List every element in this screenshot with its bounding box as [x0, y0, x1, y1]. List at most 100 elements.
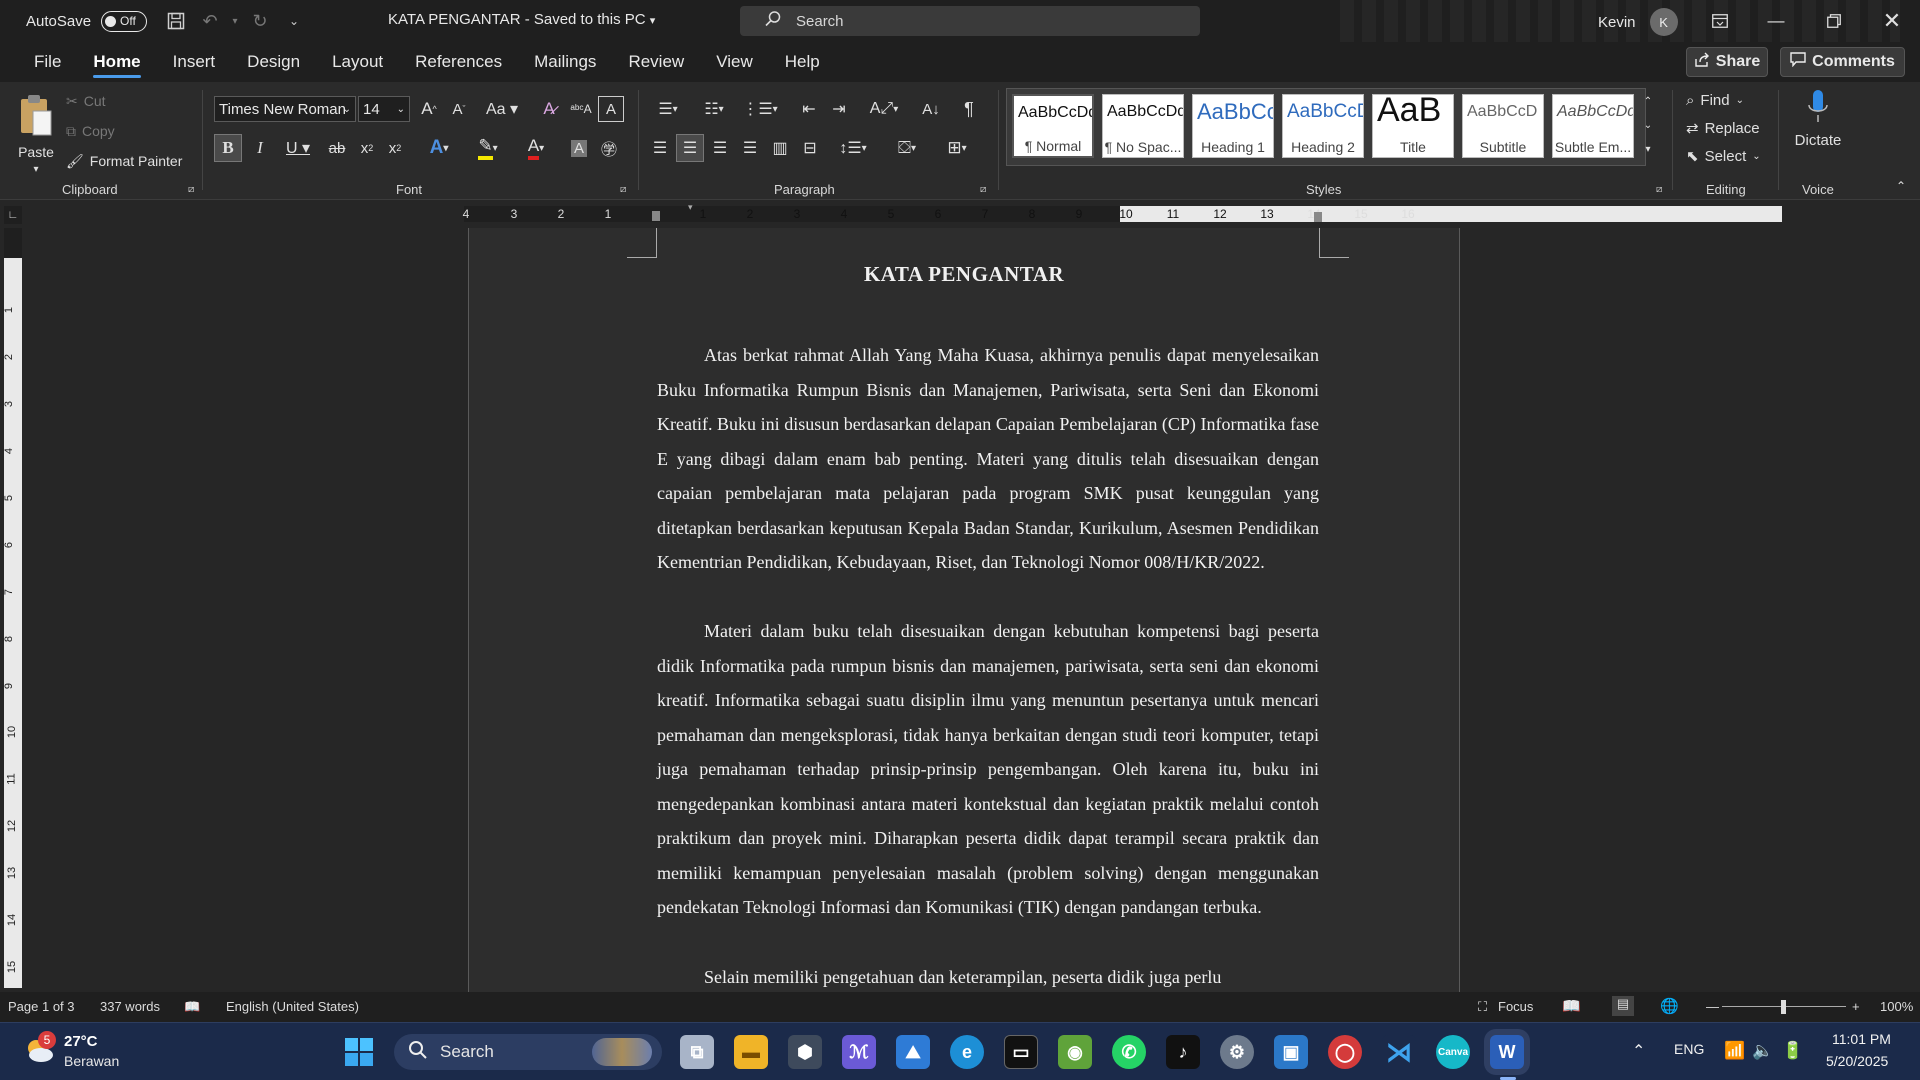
canva-icon[interactable]: Canva — [1436, 1035, 1470, 1069]
settings-icon[interactable]: ⚙ — [1220, 1035, 1254, 1069]
styles-more-icon[interactable]: ▾ — [1640, 138, 1656, 160]
page-counter[interactable]: Page 1 of 3 — [8, 999, 75, 1014]
highlight-color-icon[interactable]: ✎ ▾ — [468, 134, 508, 162]
paste-dropdown-icon[interactable]: ▾ — [26, 162, 46, 176]
strikethrough-button[interactable]: ab — [324, 134, 350, 162]
style-subtle-emphasis[interactable]: AaBbCcDd Subtle Em... — [1552, 94, 1634, 158]
restore-icon[interactable] — [1806, 0, 1862, 42]
font-size-combo[interactable]: 14 ⌄ — [358, 96, 410, 122]
tab-insert[interactable]: Insert — [157, 42, 232, 82]
photos-icon[interactable]: ⛰ — [896, 1035, 930, 1069]
style-normal[interactable]: AaBbCcDd ¶ Normal — [1012, 94, 1094, 158]
language-indicator[interactable]: English (United States) — [226, 999, 359, 1014]
search-box[interactable]: Search — [740, 6, 1200, 36]
word-count[interactable]: 337 words — [100, 999, 160, 1014]
zoom-in-icon[interactable]: + — [1852, 999, 1860, 1014]
document-page[interactable]: KATA PENGANTAR Atas berkat rahmat Allah … — [468, 228, 1460, 992]
print-layout-icon[interactable]: ▤ — [1612, 996, 1634, 1016]
tab-stop-selector-icon[interactable]: ∟ — [4, 206, 22, 224]
vscode-icon[interactable]: ⋊ — [1382, 1035, 1416, 1069]
align-left-icon[interactable]: ☰ — [646, 134, 674, 162]
save-icon[interactable] — [159, 4, 193, 38]
customize-toolbar-icon[interactable]: ⌄ — [277, 4, 311, 38]
autosave-control[interactable]: AutoSave Off — [26, 10, 148, 32]
battery-icon[interactable]: 🔋 — [1782, 1041, 1803, 1061]
tiktok-icon[interactable]: ♪ — [1166, 1035, 1200, 1069]
display-app-icon[interactable]: ▣ — [1274, 1035, 1308, 1069]
find-button[interactable]: ⌕ Find ⌄ — [1686, 88, 1744, 112]
character-border-icon[interactable]: A — [598, 96, 624, 122]
weather-icon[interactable]: 5 — [22, 1031, 56, 1067]
bold-button[interactable]: B — [214, 134, 242, 162]
style-heading-1[interactable]: AaBbCc Heading 1 — [1192, 94, 1274, 158]
app-icon[interactable]: ℳ — [842, 1035, 876, 1069]
focus-icon[interactable]: ⛶ — [1478, 999, 1487, 1015]
zoom-out-icon[interactable]: — — [1706, 999, 1719, 1014]
borders-icon[interactable]: ⊞ ▾ — [936, 134, 978, 162]
collapse-ribbon-icon[interactable]: ⌃ — [1892, 178, 1910, 194]
font-color-icon[interactable]: A ▾ — [516, 134, 556, 162]
style-heading-2[interactable]: AaBbCcD Heading 2 — [1282, 94, 1364, 158]
zoom-level[interactable]: 100% — [1880, 999, 1913, 1014]
undo-icon[interactable]: ↶ — [193, 4, 227, 38]
file-explorer-icon[interactable]: ▬ — [734, 1035, 768, 1069]
text-direction-icon[interactable]: A⤢ ▾ — [862, 96, 906, 122]
styles-scroll-up-icon[interactable]: ⌃ — [1640, 90, 1656, 112]
styles-scroll-down-icon[interactable]: ⌄ — [1640, 114, 1656, 136]
text-effects-icon[interactable]: A ▾ — [420, 134, 458, 162]
clear-formatting-icon[interactable]: A̷ — [536, 96, 562, 122]
proofing-icon[interactable]: 📖 — [184, 999, 200, 1015]
distributed-icon[interactable]: ▥ — [766, 134, 794, 162]
left-indent-marker[interactable] — [652, 211, 660, 221]
read-mode-icon[interactable]: 📖 — [1562, 997, 1581, 1015]
minimize-icon[interactable]: — — [1748, 0, 1804, 42]
style-no-spacing[interactable]: AaBbCcDd ¶ No Spac... — [1102, 94, 1184, 158]
tab-file[interactable]: File — [18, 42, 77, 82]
wifi-icon[interactable]: 📶 — [1724, 1041, 1745, 1061]
redo-icon[interactable]: ↻ — [243, 4, 277, 38]
first-line-indent-marker[interactable]: ▾ — [688, 202, 693, 213]
shrink-font-icon[interactable]: Aˇ — [446, 96, 472, 122]
numbering-icon[interactable]: ☷ ▾ — [694, 96, 734, 122]
clock-date[interactable]: 5/20/2025 — [1826, 1053, 1888, 1069]
decrease-indent-icon[interactable]: ⇤ — [796, 96, 822, 122]
comments-button[interactable]: Comments — [1780, 47, 1905, 77]
select-button[interactable]: ⬉ Select ⌄ — [1686, 144, 1761, 168]
weather-description[interactable]: Berawan — [64, 1053, 119, 1069]
paragraph-launcher-icon[interactable]: ⧄ — [980, 184, 986, 195]
zoom-slider-thumb[interactable] — [1781, 1000, 1786, 1014]
dev-app-icon[interactable]: ⬢ — [788, 1035, 822, 1069]
task-view-icon[interactable]: ⧉ — [680, 1035, 714, 1069]
clock-time[interactable]: 11:01 PM — [1832, 1031, 1891, 1047]
change-case-icon[interactable]: Aa ▾ — [482, 96, 522, 122]
user-account[interactable]: Kevin K — [1598, 8, 1678, 36]
ribbon-display-icon[interactable] — [1692, 0, 1748, 42]
styles-launcher-icon[interactable]: ⧄ — [1656, 184, 1662, 195]
close-icon[interactable]: ✕ — [1864, 0, 1920, 42]
document-title[interactable]: KATA PENGANTAR - Saved to this PC ▾ — [388, 11, 655, 28]
shading-icon[interactable]: ⛋ ▾ — [886, 134, 928, 162]
tab-mailings[interactable]: Mailings — [518, 42, 612, 82]
weather-temp[interactable]: 27°C — [64, 1033, 98, 1050]
increase-indent-icon[interactable]: ⇥ — [826, 96, 852, 122]
subscript-button[interactable]: x2 — [354, 134, 380, 162]
edge-icon[interactable]: e — [950, 1035, 984, 1069]
sort-icon[interactable]: A↓ — [916, 96, 946, 122]
replace-button[interactable]: ⇄ Replace — [1686, 116, 1760, 140]
enclose-characters-icon[interactable]: ㊫ — [596, 134, 622, 162]
tab-help[interactable]: Help — [769, 42, 836, 82]
column-layout-icon[interactable]: ⊟ — [796, 134, 824, 162]
italic-button[interactable]: I — [246, 134, 274, 162]
focus-label[interactable]: Focus — [1498, 999, 1533, 1014]
show-hidden-icons-icon[interactable]: ⌃ — [1632, 1041, 1645, 1061]
tab-home[interactable]: Home — [77, 42, 156, 82]
cut-button[interactable]: ✂ Cut — [66, 90, 106, 112]
justify-icon[interactable]: ☰ — [736, 134, 764, 162]
tab-references[interactable]: References — [399, 42, 518, 82]
language-indicator[interactable]: ENG — [1674, 1041, 1704, 1057]
align-right-icon[interactable]: ☰ — [706, 134, 734, 162]
style-title[interactable]: AaB Title — [1372, 94, 1454, 158]
nvidia-icon[interactable]: ◉ — [1058, 1035, 1092, 1069]
character-shading-icon[interactable]: A — [566, 134, 592, 162]
right-indent-marker[interactable] — [1314, 212, 1322, 222]
